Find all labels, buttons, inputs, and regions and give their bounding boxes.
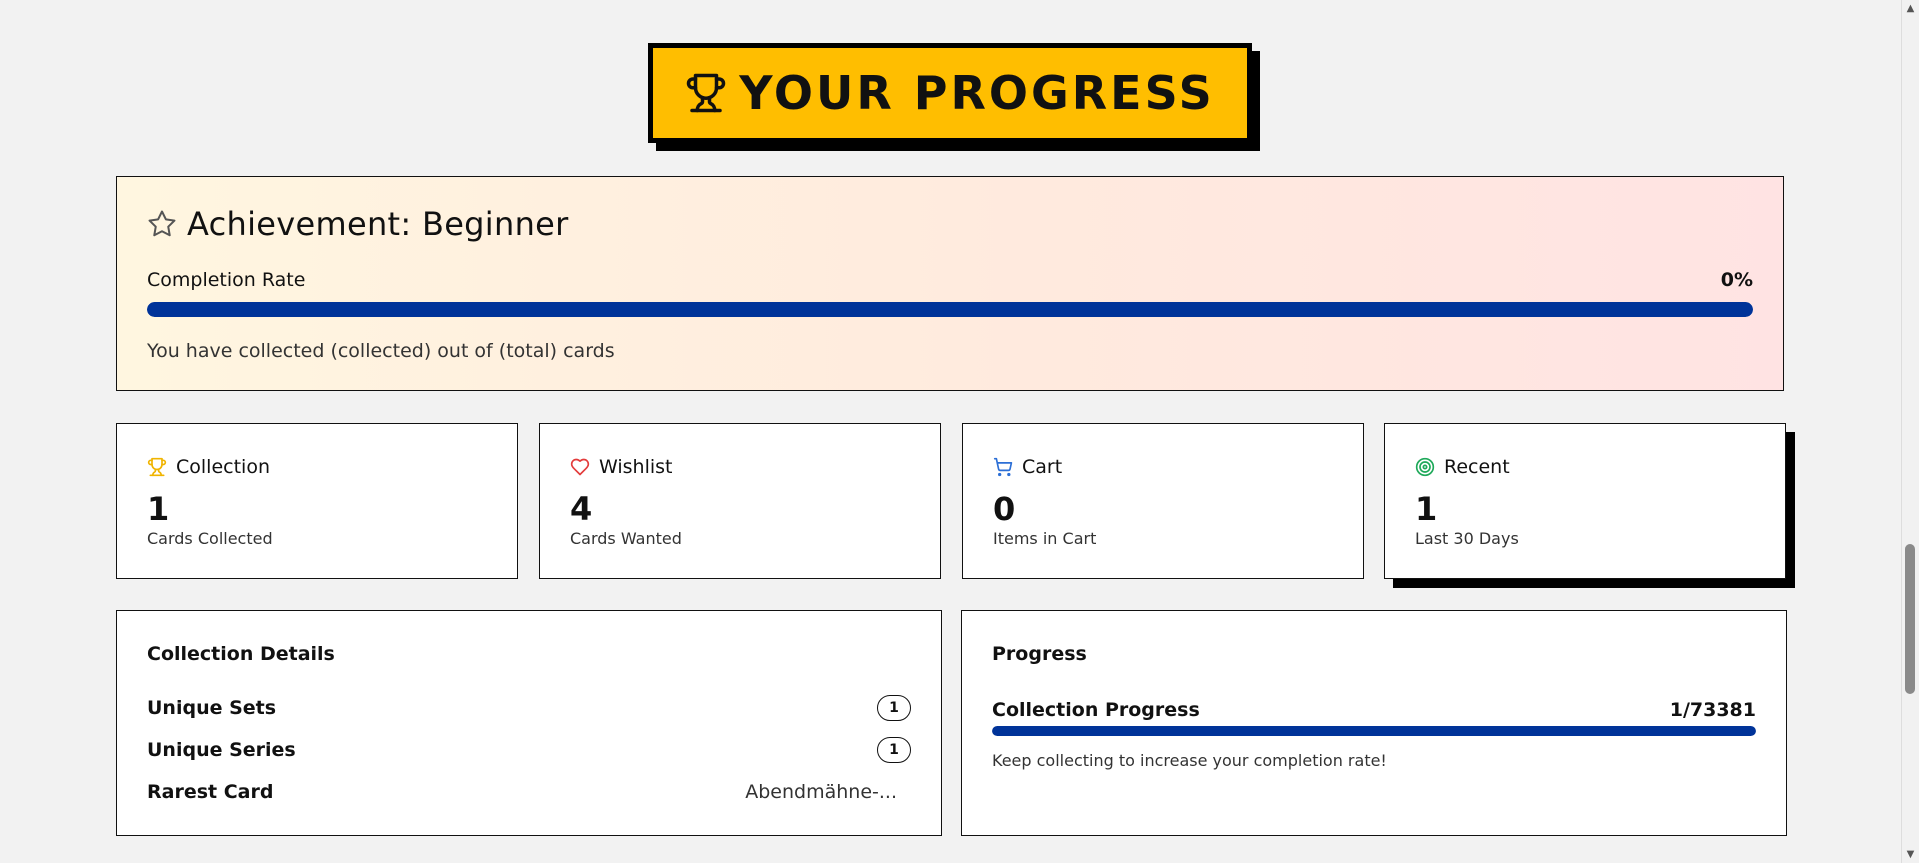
heart-icon [570,458,590,476]
stat-value: 1 [147,490,170,528]
detail-row-rarest-card: Rarest Card Abendmähne-... [147,777,911,807]
page-scrollbar[interactable]: ▲ ▼ [1901,0,1919,863]
stat-card-wishlist: Wishlist 4 Cards Wanted [539,423,941,579]
panel-title: Collection Details [147,643,335,665]
progress-panel: Progress Collection Progress 1/73381 Kee… [961,610,1787,836]
stat-card-cart: Cart 0 Items in Cart [962,423,1364,579]
stat-card-recent: Recent 1 Last 30 Days [1384,423,1786,579]
panel-title: Progress [992,643,1087,665]
stat-label: Cart [1022,456,1063,478]
rarest-card-link[interactable]: Abendmähne-... [745,781,897,803]
stat-label: Wishlist [599,456,673,478]
stat-caption: Cards Wanted [570,529,682,548]
collection-progress-label: Collection Progress [992,699,1200,721]
collection-details-panel: Collection Details Unique Sets 1 Unique … [116,610,942,836]
trophy-icon [147,457,167,477]
scroll-down-icon[interactable]: ▼ [1902,846,1919,863]
progress-note: Keep collecting to increase your complet… [992,751,1387,770]
stat-caption: Cards Collected [147,529,273,548]
stat-caption: Last 30 Days [1415,529,1519,548]
achievement-title: Achievement: Beginner [187,205,569,243]
collection-progress-value: 1/73381 [1669,699,1756,721]
completion-progress-fill [147,302,1753,317]
stat-header: Wishlist [570,456,673,478]
stat-header: Cart [993,456,1062,478]
scroll-up-icon[interactable]: ▲ [1902,0,1919,17]
collection-progress-fill [992,726,1756,736]
stat-header: Recent [1415,456,1510,478]
collection-progress-bar [992,726,1756,736]
detail-row-unique-sets: Unique Sets 1 [147,693,911,723]
page-title: YOUR PROGRESS [739,66,1215,120]
detail-label: Unique Sets [147,697,277,719]
completion-progress-bar [147,302,1753,317]
stat-value: 4 [570,490,593,528]
stat-header: Collection [147,456,270,478]
progress-page: YOUR PROGRESS Achievement: Beginner Comp… [0,0,1901,863]
page-header: YOUR PROGRESS [648,43,1260,151]
stat-label: Recent [1444,456,1510,478]
count-badge: 1 [877,737,911,763]
stat-label: Collection [176,456,270,478]
detail-label: Unique Series [147,739,296,761]
achievement-header: Achievement: Beginner [147,205,569,243]
count-badge: 1 [877,695,911,721]
stat-card-collection: Collection 1 Cards Collected [116,423,518,579]
target-icon [1415,457,1435,477]
cart-icon [993,457,1013,477]
header-banner: YOUR PROGRESS [648,43,1252,143]
completion-rate-value: 0% [1720,269,1753,291]
scrollbar-thumb[interactable] [1905,544,1915,694]
stat-value: 1 [1415,490,1438,528]
detail-label: Rarest Card [147,781,274,803]
stat-value: 0 [993,490,1016,528]
completion-rate-label: Completion Rate [147,269,306,291]
stat-caption: Items in Cart [993,529,1097,548]
detail-row-unique-series: Unique Series 1 [147,735,911,765]
achievement-description: You have collected (collected) out of (t… [147,340,615,362]
trophy-icon [686,73,726,113]
achievement-card: Achievement: Beginner Completion Rate 0%… [116,176,1784,391]
star-icon [148,210,176,237]
